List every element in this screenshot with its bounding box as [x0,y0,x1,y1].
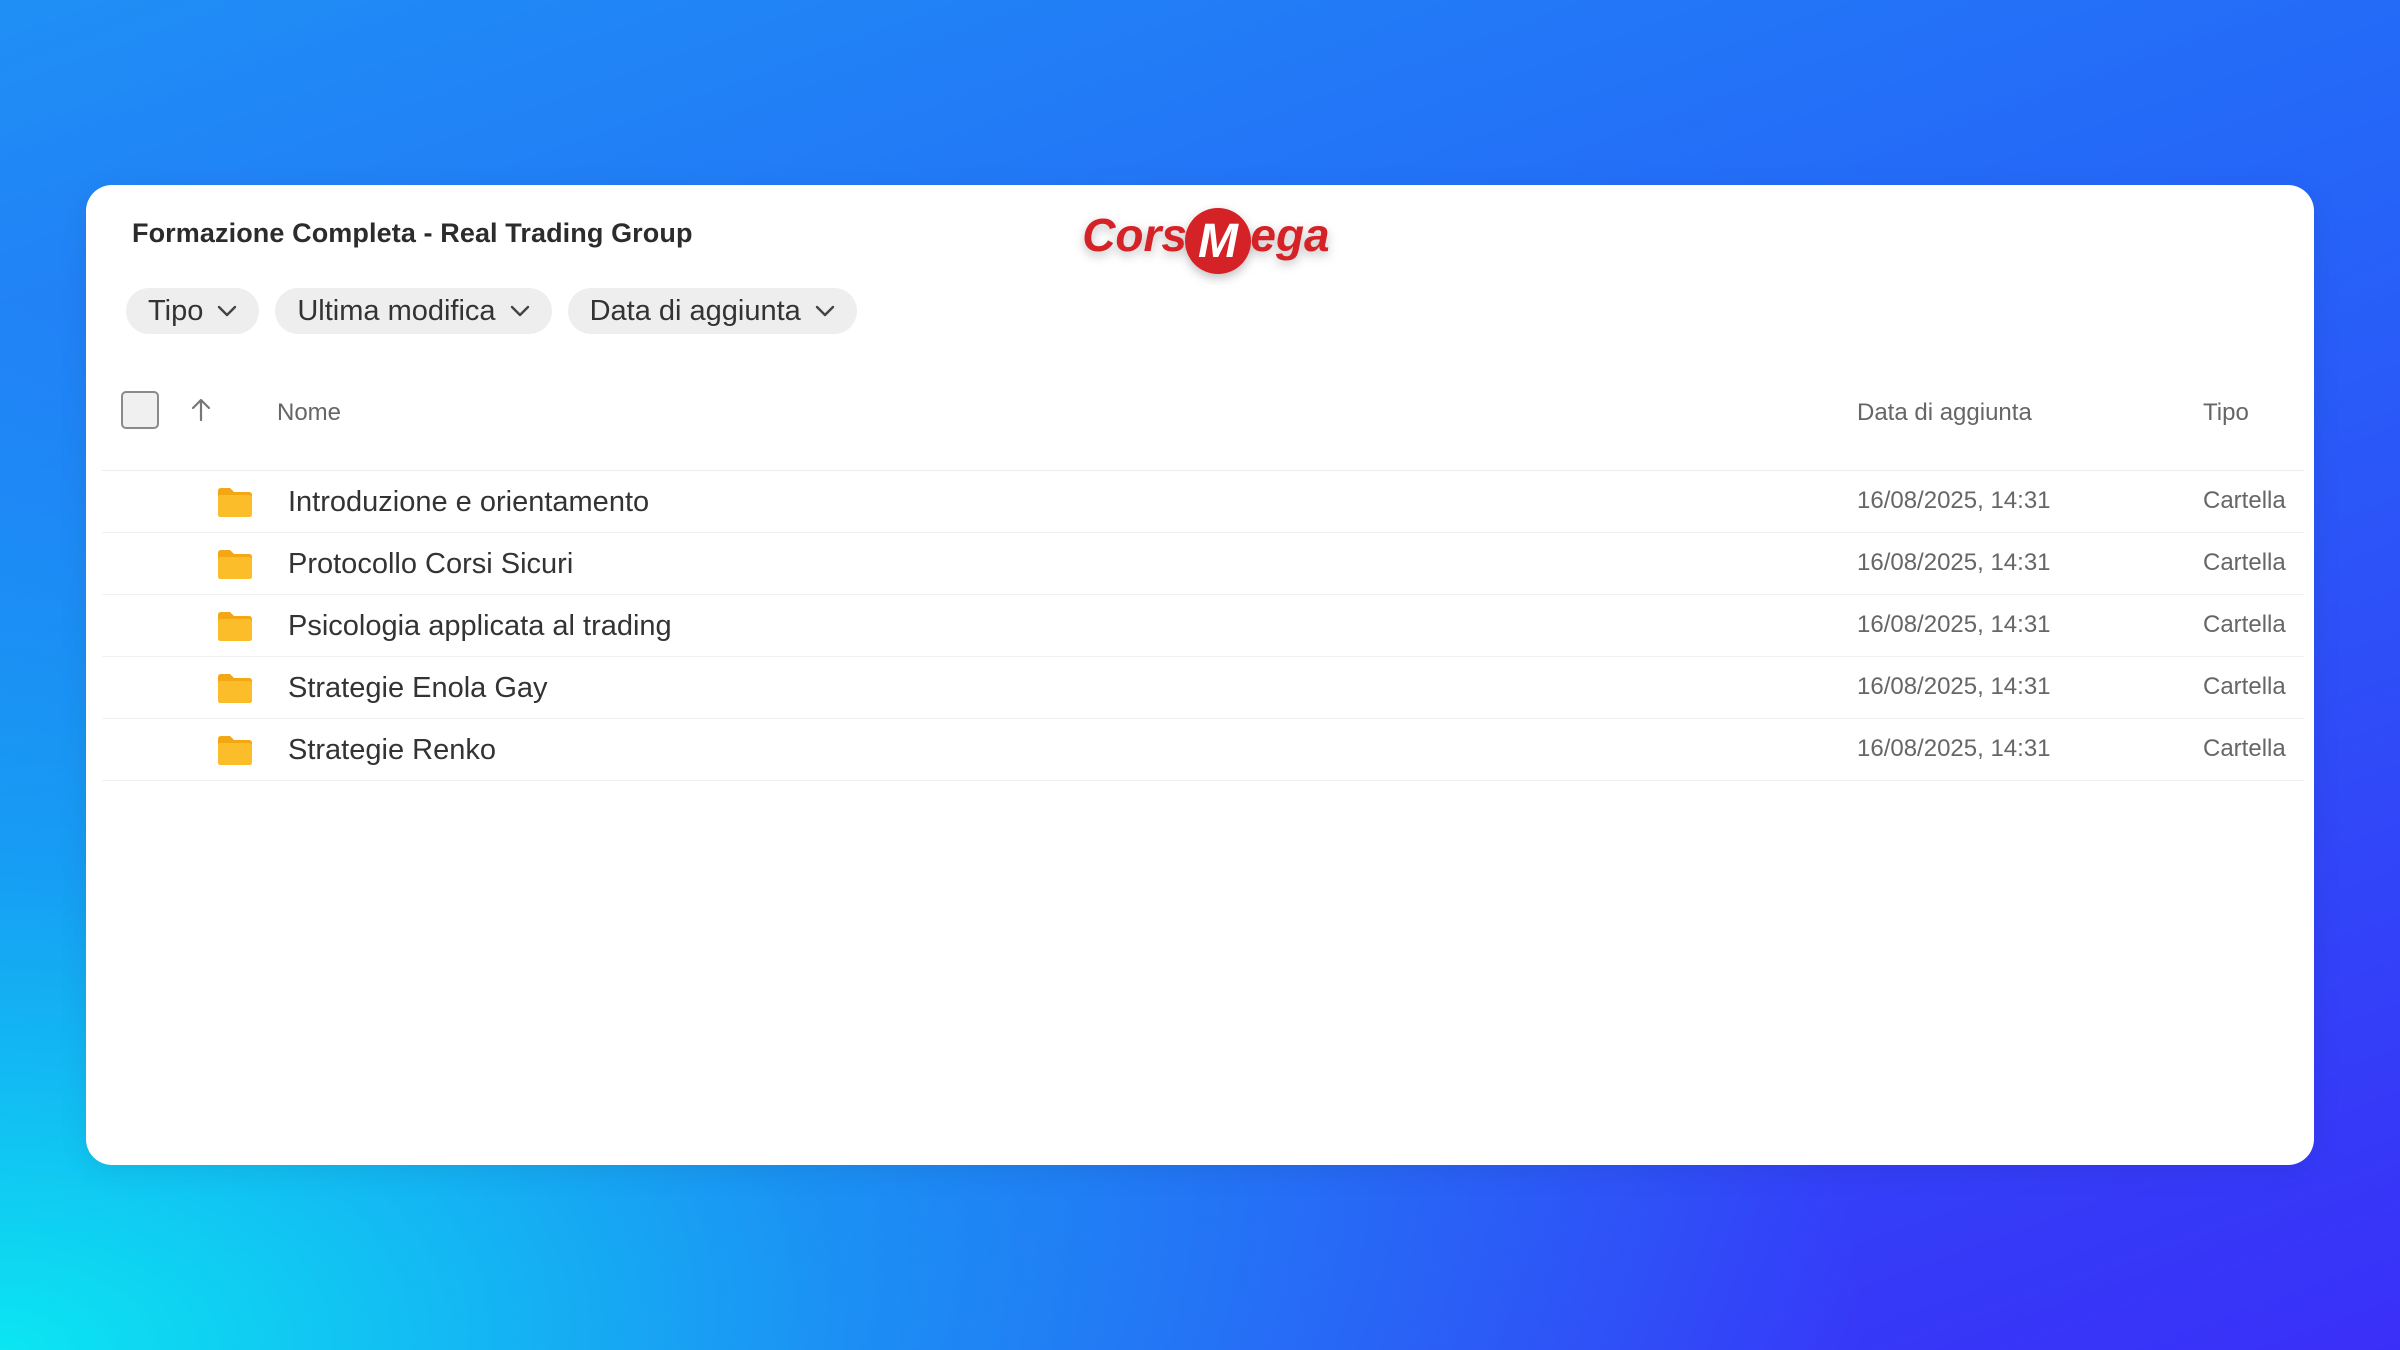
row-name: Strategie Enola Gay [288,672,548,704]
row-name: Protocollo Corsi Sicuri [288,548,574,580]
row-name: Strategie Renko [288,734,496,766]
logo-word-ega: ega [1250,209,1329,261]
folder-title: Formazione Completa - Real Trading Group [132,218,693,248]
row-date: 16/08/2025, 14:31 [1857,673,2051,700]
file-list: Introduzione e orientamento 16/08/2025, … [102,471,2304,781]
row-date: 16/08/2025, 14:31 [1857,611,2051,638]
folder-icon [218,736,252,765]
chevron-down-icon [218,305,237,317]
logo-word-corsi: Corsi [1082,209,1201,261]
page-background: { "window": { "title": "Formazione Compl… [0,0,2400,1350]
folder-icon [218,488,252,517]
row-type: Cartella [2203,611,2286,638]
row-name: Introduzione e orientamento [288,486,650,518]
folder-icon [218,550,252,579]
chevron-down-icon [510,305,529,317]
row-date: 16/08/2025, 14:31 [1857,549,2051,576]
column-header-name[interactable]: Nome [277,399,341,427]
filter-data-di-aggiunta[interactable]: Data di aggiunta [567,288,857,334]
table-row[interactable]: Strategie Renko 16/08/2025, 14:31 Cartel… [102,719,2304,781]
filter-ultima-modifica[interactable]: Ultima modifica [275,288,552,334]
table-row[interactable]: Strategie Enola Gay 16/08/2025, 14:31 Ca… [102,657,2304,719]
arrow-up-icon[interactable] [188,397,214,423]
column-header-date-added[interactable]: Data di aggiunta [1857,399,2032,427]
row-type: Cartella [2203,549,2286,576]
filter-label: Tipo [148,294,204,327]
table-header: Nome Data di aggiunta Tipo [102,365,2304,471]
corsi-mega-logo: Corsi M ega [1082,208,1330,274]
column-header-type[interactable]: Tipo [2203,399,2249,427]
select-all-checkbox[interactable] [121,391,159,429]
filter-tipo[interactable]: Tipo [126,288,260,334]
table-row[interactable]: Protocollo Corsi Sicuri 16/08/2025, 14:3… [102,533,2304,595]
row-date: 16/08/2025, 14:31 [1857,487,2051,514]
folder-icon [218,612,252,641]
row-type: Cartella [2203,487,2286,514]
row-date: 16/08/2025, 14:31 [1857,735,2051,762]
table-row[interactable]: Introduzione e orientamento 16/08/2025, … [102,471,2304,533]
row-type: Cartella [2203,673,2286,700]
row-name: Psicologia applicata al trading [288,610,672,642]
filter-bar: Tipo Ultima modifica Data di aggiunta [126,288,857,334]
chevron-down-icon [815,305,834,317]
file-browser-panel: Formazione Completa - Real Trading Group… [86,185,2314,1165]
filter-label: Ultima modifica [297,294,496,327]
row-type: Cartella [2203,735,2286,762]
folder-icon [218,674,252,703]
filter-label: Data di aggiunta [589,294,801,327]
logo-letter-m: M [1198,215,1239,268]
table-row[interactable]: Psicologia applicata al trading 16/08/20… [102,595,2304,657]
